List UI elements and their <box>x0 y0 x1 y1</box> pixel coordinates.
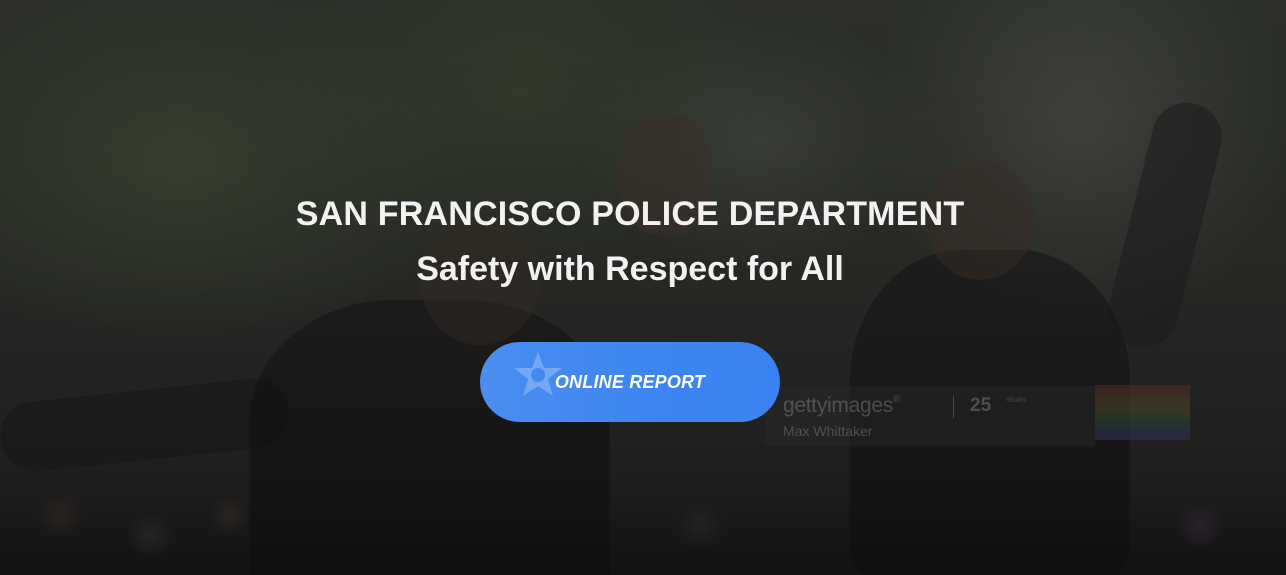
online-report-label: ONLINE REPORT <box>554 371 706 392</box>
page-subtitle: Safety with Respect for All <box>416 250 844 288</box>
online-report-button[interactable]: ONLINE REPORT <box>480 342 780 422</box>
hero-banner: gettyimages® 25 YEARS Max Whittaker SAN … <box>0 0 1286 575</box>
page-title: SAN FRANCISCO POLICE DEPARTMENT <box>295 195 965 233</box>
